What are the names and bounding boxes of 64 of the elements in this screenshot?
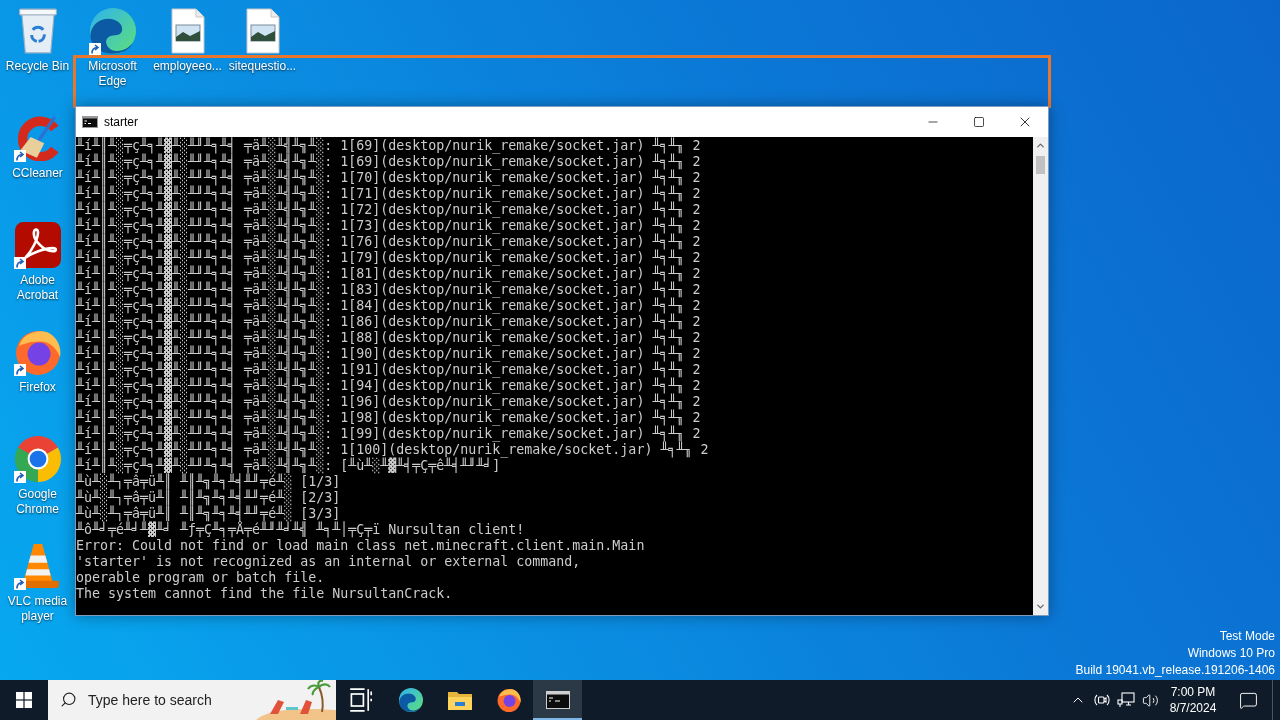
console-line: ╨í╨║╨░╤ç╨╕╨▓╨░╨╜╨╕╨╡ ╤ä╨░╨╣╨╗╨░: 1[83](desktop/nurik_remake/socket.jar) ╨╕╨╖ 2 <box>76 282 701 298</box>
scrollbar[interactable] <box>1033 137 1048 615</box>
console-line: ╨ô╨╛╤é╨╛╨▓╨╛ ╨ƒ╤Ç╨╕╤Å╤é╨╜╨╛╨╣ ╨╕╨│╤Ç╤ï Nursultan client! <box>76 522 525 538</box>
task-view-icon <box>349 688 373 712</box>
terminal-icon <box>545 691 570 709</box>
speech-bubble-icon <box>1238 690 1258 710</box>
console-line: ╨í╨║╨░╤ç╨╕╨▓╨░╨╜╨╕╨╡ ╤ä╨░╨╣╨╗╨░: 1[86](desktop/nurik_remake/socket.jar) ╨╕╨╖ 2 <box>76 314 701 330</box>
taskbar-button[interactable] <box>533 680 582 720</box>
speaker-icon <box>1141 691 1159 709</box>
console-line: ╨í╨║╨░╤ç╨╕╨▓╨░╨╜╨╕╨╡ ╤ä╨░╨╣╨╗╨░: 1[91](desktop/nurik_remake/socket.jar) ╨╕╨╖ 2 <box>76 362 701 378</box>
console-line: operable program or batch file. <box>76 570 325 586</box>
console-line: ╨í╨║╨░╤ç╨╕╨▓╨░╨╜╨╕╨╡ ╤ä╨░╨╣╨╗╨░: 1[72](desktop/nurik_remake/socket.jar) ╨╕╨╖ 2 <box>76 202 701 218</box>
console-line: ╨í╨║╨░╤ç╨╕╨▓╨░╨╜╨╕╨╡ ╤ä╨░╨╣╨╗╨░: 1[71](desktop/nurik_remake/socket.jar) ╨╕╨╖ 2 <box>76 186 701 202</box>
system-info-text: Test Mode <box>1219 628 1275 645</box>
console-line: ╨í╨║╨░╤ç╨╕╨▓╨░╨╜╨╕╨╡ ╤ä╨░╨╣╨╗╨░: 1[69](desktop/nurik_remake/socket.jar) ╨╕╨╖ 2 <box>76 154 701 170</box>
pdf-reader-icon <box>14 222 61 268</box>
desktop-shortcut[interactable]: Recycle Bin <box>0 2 75 74</box>
system-info-text: Build 19041.vb_release.191206-1406 <box>1075 662 1275 679</box>
scroll-thumb[interactable] <box>1036 156 1045 174</box>
camera-icon <box>1094 692 1110 708</box>
console-line: ╨í╨║╨░╤ç╨╕╨▓╨░╨╜╨╕╨╡ ╤ä╨░╨╣╨╗╨░: 1[79](desktop/nurik_remake/socket.jar) ╨╕╨╖ 2 <box>76 250 701 266</box>
console-line: ╨í╨║╨░╤ç╨╕╨▓╨░╨╜╨╕╨╡ ╤ä╨░╨╣╨╗╨░: 1[98](desktop/nurik_remake/socket.jar) ╨╕╨╖ 2 <box>76 410 701 426</box>
wired-network-icon <box>1117 692 1135 708</box>
desktop-shortcut[interactable]: Google Chrome <box>0 430 75 517</box>
desktop-shortcut[interactable]: VLC media player <box>0 537 75 624</box>
search-icon <box>60 691 77 708</box>
console-line: ╨í╨║╨░╤ç╨╕╨▓╨░╨╜╨╕╨╡ ╤ä╨░╨╣╨╗╨░: 1[100](desktop/nurik_remake/socket.jar) ╨╕╨╖ 2 <box>76 442 709 458</box>
console-line: The system cannot find the file NursultanCrack. <box>76 586 453 602</box>
firefox-browser-icon <box>14 329 61 375</box>
console-line: ╨í╨║╨░╤ç╨╕╨▓╨░╨╜╨╕╨╡ ╤ä╨░╨╣╨╗╨░: 1[90](desktop/nurik_remake/socket.jar) ╨╕╨╖ 2 <box>76 346 701 362</box>
console-line: ╨í╨║╨░╤ç╨╕╨▓╨░╨╜╨╕╨╡ ╤ä╨░╨╣╨╗╨░: 1[76](desktop/nurik_remake/socket.jar) ╨╕╨╖ 2 <box>76 234 701 250</box>
edge-browser-icon <box>89 8 136 54</box>
console-line: ╨í╨║╨░╤ç╨╕╨▓╨░╨╜╨╕╨╡ ╤ä╨░╨╣╨╗╨░: 1[69](desktop/nurik_remake/socket.jar) ╨╕╨╖ 2 <box>76 138 701 154</box>
console-line: ╨í╨║╨░╤ç╨╕╨▓╨░╨╜╨╕╨╡ ╤ä╨░╨╣╨╗╨░: 1[94](desktop/nurik_remake/socket.jar) ╨╕╨╖ 2 <box>76 378 701 394</box>
console-line: ╨ù╨░╨┐╤â╤ü╨║ ╨║╨╗╨╕╨╡╨╜╤é╨░ [1/3] <box>76 474 341 490</box>
console-line: ╨í╨║╨░╤ç╨╕╨▓╨░╨╜╨╕╨╡ ╤ä╨░╨╣╨╗╨░: 1[81](desktop/nurik_remake/socket.jar) ╨╕╨╖ 2 <box>76 266 701 282</box>
console-line: ╨í╨║╨░╤ç╨╕╨▓╨░╨╜╨╕╨╡ ╤ä╨░╨╣╨╗╨░: 1[88](desktop/nurik_remake/socket.jar) ╨╕╨╖ 2 <box>76 330 701 346</box>
system-info-text: Windows 10 Pro <box>1187 645 1275 662</box>
desktop-shortcut[interactable]: Firefox <box>0 323 75 395</box>
maximize-icon <box>973 116 985 128</box>
edge-browser-icon <box>398 688 423 712</box>
desktop-shortcut[interactable]: sitequestio... <box>225 2 300 74</box>
console-line: ╨ù╨░╨┐╤â╤ü╨║ ╨║╨╗╨╕╨╡╨╜╤é╨░ [2/3] <box>76 490 341 506</box>
console-line: ╨í╨║╨░╤ç╨╕╨▓╨░╨╜╨╕╨╡ ╤ä╨░╨╣╨╗╨░: 1[84](desktop/nurik_remake/socket.jar) ╨╕╨╖ 2 <box>76 298 701 314</box>
window-title: starter <box>104 114 138 131</box>
desktop-shortcut[interactable]: employeeo... <box>150 2 225 74</box>
console-line: Error: Could not find or load main class net.minecraft.client.main.Main <box>76 538 645 554</box>
desktop-shortcut[interactable]: Microsoft Edge <box>75 2 150 89</box>
console-line: ╨í╨║╨░╤ç╨╕╨▓╨░╨╜╨╕╨╡ ╤ä╨░╨╣╨╗╨░: 1[99](desktop/nurik_remake/socket.jar) ╨╕╨╖ 2 <box>76 426 701 442</box>
console-line: ╨í╨║╨░╤ç╨╕╨▓╨░╨╜╨╕╨╡ ╤ä╨░╨╣╨╗╨░: 1[73](desktop/nurik_remake/socket.jar) ╨╕╨╖ 2 <box>76 218 701 234</box>
console-line: ╨í╨║╨░╤ç╨╕╨▓╨░╨╜╨╕╨╡ ╤ä╨░╨╣╨╗╨░: 1[70](desktop/nurik_remake/socket.jar) ╨╕╨╖ 2 <box>76 170 701 186</box>
firefox-browser-icon <box>496 688 521 712</box>
desktop-shortcut[interactable]: Adobe Acrobat <box>0 216 75 303</box>
console-line: ╨í╨║╨░╤ç╨╕╨▓╨░╨╜╨╕╨╡ ╤ä╨░╨╣╨╗╨░: [╨ù╨░╨▓╨╡╤Ç╤ê╨╡╨╜╨╛] <box>76 458 501 474</box>
console-line: ╨í╨║╨░╤ç╨╕╨▓╨░╨╜╨╕╨╡ ╤ä╨░╨╣╨╗╨░: 1[96](desktop/nurik_remake/socket.jar) ╨╕╨╖ 2 <box>76 394 701 410</box>
chrome-browser-icon <box>14 436 61 482</box>
terminal-icon <box>82 116 98 128</box>
console-line: ╨ù╨░╨┐╤â╤ü╨║ ╨║╨╗╨╕╨╡╨╜╤é╨░ [3/3] <box>76 506 341 522</box>
desktop-shortcut[interactable]: CCleaner <box>0 109 75 181</box>
search-field[interactable]: Type here to search <box>48 680 336 720</box>
scroll-down-icon[interactable] <box>1035 601 1046 612</box>
console-line: 'starter' is not recognized as an internal or external command, <box>76 554 581 570</box>
taskbar-clock[interactable]: 7:00 PM 8/7/2024 <box>1162 680 1224 720</box>
windows-logo-icon <box>16 692 32 708</box>
